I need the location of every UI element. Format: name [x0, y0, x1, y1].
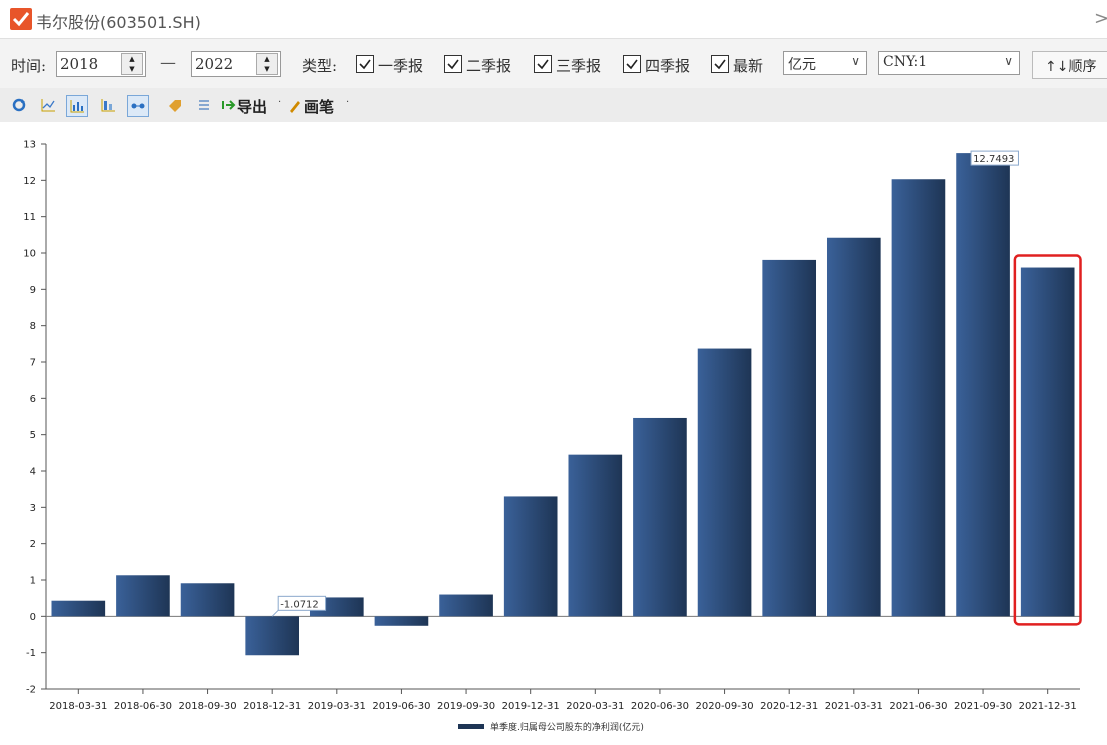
x-tick-label: 2020-12-31: [760, 701, 818, 712]
checkbox-q1-label[interactable]: 一季报: [378, 55, 423, 76]
line-chart-icon[interactable]: [38, 95, 58, 115]
x-tick-label: 2018-09-30: [179, 701, 237, 712]
checkbox-q4-label[interactable]: 四季报: [645, 55, 690, 76]
x-tick-label: 2019-06-30: [372, 701, 430, 712]
y-tick-label: 10: [23, 249, 36, 260]
bar[interactable]: [439, 594, 493, 617]
bar[interactable]: [51, 600, 106, 617]
y-tick-label: 11: [23, 212, 36, 223]
y-tick-label: 9: [30, 285, 36, 296]
start-year-stepper-buttons[interactable]: ▲ ▼: [121, 53, 143, 75]
checkbox-q3[interactable]: [534, 55, 552, 73]
export-button[interactable]: 导出: [237, 96, 267, 117]
bar[interactable]: [762, 259, 817, 617]
y-tick-label: 13: [23, 140, 36, 151]
checkbox-q2-label[interactable]: 二季报: [466, 55, 511, 76]
chart-toolbar: 导出 · 画笔 ·: [0, 88, 1107, 122]
app-check-icon: [10, 8, 32, 30]
bar[interactable]: [633, 417, 687, 617]
pen-caret-icon[interactable]: ·: [346, 97, 349, 108]
sort-order-label: ↑↓顺序: [1045, 59, 1097, 75]
y-tick-label: 2: [30, 539, 36, 550]
x-tick-label: 2021-03-31: [825, 701, 883, 712]
x-tick-label: 2021-09-30: [954, 701, 1012, 712]
tag-icon[interactable]: [165, 95, 185, 115]
pen-button[interactable]: 画笔: [304, 96, 334, 117]
bar[interactable]: [826, 237, 881, 617]
start-year-spinner[interactable]: 2018 ▲ ▼: [56, 51, 146, 77]
close-icon[interactable]: >: [1094, 8, 1107, 29]
bar[interactable]: [180, 583, 235, 617]
checkbox-q1[interactable]: [356, 55, 374, 73]
range-separator: —: [160, 53, 176, 72]
y-tick-label: 12: [23, 176, 36, 187]
chevron-down-icon: ∨: [851, 54, 860, 68]
y-tick-label: 0: [30, 612, 36, 623]
list-icon[interactable]: [194, 95, 214, 115]
type-label: 类型:: [302, 57, 338, 75]
x-tick-label: 2018-03-31: [49, 701, 107, 712]
checkbox-q3-label[interactable]: 三季报: [556, 55, 601, 76]
start-year-value: 2018: [60, 55, 99, 73]
currency-select[interactable]: CNY:1 ∨: [878, 51, 1020, 75]
x-tick-label: 2020-09-30: [696, 701, 754, 712]
y-tick-label: 5: [30, 430, 36, 441]
range-icon[interactable]: [127, 95, 149, 117]
sort-order-button[interactable]: ↑↓顺序: [1032, 51, 1107, 79]
bar[interactable]: [891, 179, 946, 617]
data-label: -1.0712: [280, 599, 319, 610]
unit-select-value: 亿元: [788, 57, 816, 73]
currency-select-value: CNY:1: [883, 54, 928, 70]
bar[interactable]: [116, 575, 170, 617]
export-caret-icon[interactable]: ·: [278, 97, 281, 108]
y-tick-label: 8: [30, 321, 36, 332]
unit-select[interactable]: 亿元 ∨: [783, 51, 867, 75]
checkbox-latest[interactable]: [711, 55, 729, 73]
y-tick-label: -1: [26, 648, 36, 659]
chevron-down-icon: ∨: [1004, 54, 1013, 68]
y-tick-label: -2: [26, 685, 36, 696]
checkbox-q4[interactable]: [623, 55, 641, 73]
x-tick-label: 2018-06-30: [114, 701, 172, 712]
x-tick-label: 2020-03-31: [566, 701, 624, 712]
data-label: 12.7493: [973, 154, 1014, 165]
bar[interactable]: [374, 616, 429, 626]
x-tick-label: 2019-09-30: [437, 701, 495, 712]
legend-label: 单季度.归属母公司股东的净利润(亿元): [490, 721, 644, 733]
bar[interactable]: [503, 496, 558, 617]
net-profit-bar-chart: -2-10123456789101112132018-03-31 2018-06-…: [23, 140, 1082, 733]
bar[interactable]: [697, 348, 752, 617]
x-tick-label: 2021-06-30: [889, 701, 947, 712]
data-label-leader: [271, 609, 279, 617]
bar[interactable]: [568, 454, 623, 617]
bar-chart-icon[interactable]: [66, 95, 88, 117]
legend-swatch: [458, 724, 484, 729]
pen-icon[interactable]: [287, 95, 301, 115]
y-tick-label: 6: [30, 394, 36, 405]
y-tick-label: 1: [30, 576, 36, 587]
x-tick-label: 2019-12-31: [502, 701, 560, 712]
time-label: 时间:: [11, 57, 47, 75]
y-tick-label: 3: [30, 503, 36, 514]
x-tick-label: 2020-06-30: [631, 701, 689, 712]
x-tick-label: 2021-12-31: [1019, 701, 1077, 712]
stacked-bar-icon[interactable]: [98, 95, 118, 115]
end-year-spinner[interactable]: 2022 ▲ ▼: [191, 51, 281, 77]
bar[interactable]: [1020, 267, 1075, 617]
end-year-stepper-buttons[interactable]: ▲ ▼: [256, 53, 278, 75]
y-tick-label: 7: [30, 358, 36, 369]
x-tick-label: 2019-03-31: [308, 701, 366, 712]
x-tick-label: 2018-12-31: [243, 701, 301, 712]
y-tick-label: 4: [30, 467, 36, 478]
export-icon[interactable]: [219, 95, 239, 115]
bar[interactable]: [956, 153, 1010, 617]
end-year-value: 2022: [195, 55, 234, 73]
refresh-icon[interactable]: [9, 95, 29, 115]
filter-bar: 时间: 2018 ▲ ▼ — 2022 ▲ ▼ 类型: 一季报 二季报 三季报 四季…: [0, 38, 1107, 89]
checkbox-latest-label[interactable]: 最新: [733, 55, 763, 76]
title-bar: 韦尔股份(603501.SH) >: [0, 0, 1107, 38]
checkbox-q2[interactable]: [444, 55, 462, 73]
bar[interactable]: [245, 616, 300, 656]
window-title: 韦尔股份(603501.SH): [36, 13, 201, 32]
